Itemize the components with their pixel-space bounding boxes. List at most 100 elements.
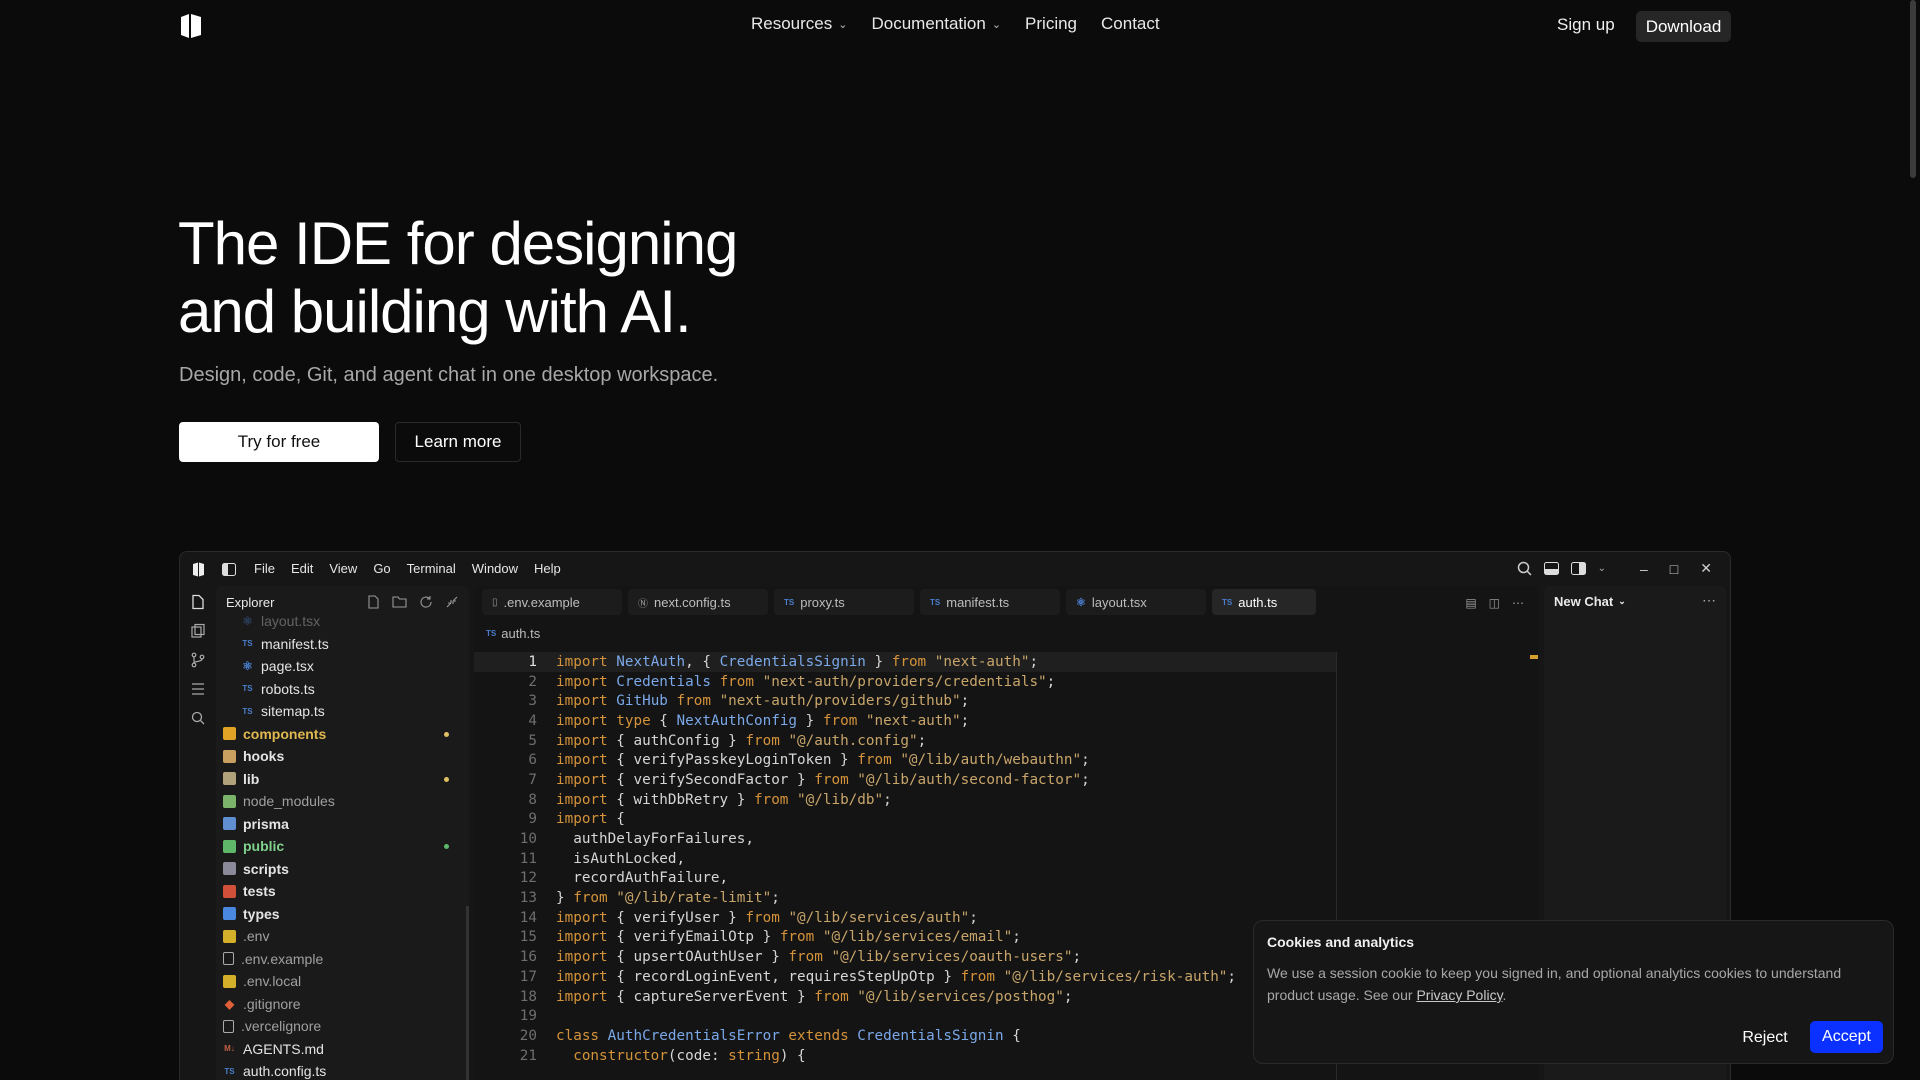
tree-item-label: node_modules bbox=[243, 793, 335, 810]
tree-item-agents-md[interactable]: M↓ AGENTS.md bbox=[216, 1038, 469, 1061]
code-line: 20 class AuthCredentialsError extends Cre… bbox=[474, 1026, 1336, 1046]
react-file-icon: ⚛ bbox=[242, 614, 253, 629]
try-for-free-button[interactable]: Try for free bbox=[179, 422, 379, 462]
tree-item-manifest-ts[interactable]: TS manifest.ts bbox=[216, 633, 469, 656]
tree-item-label: hooks bbox=[243, 748, 285, 765]
menu-go[interactable]: Go bbox=[373, 561, 390, 576]
nav-resources[interactable]: Resources ⌄ bbox=[751, 14, 847, 34]
new-file-icon[interactable] bbox=[367, 595, 380, 609]
chat-title: New Chat bbox=[1554, 594, 1614, 609]
tree-item-gitignore[interactable]: ◆ .gitignore bbox=[216, 993, 469, 1016]
tree-item-env[interactable]: .env bbox=[216, 925, 469, 948]
tree-item-prisma[interactable]: prisma bbox=[216, 813, 469, 836]
split-editor-icon[interactable]: ◫ bbox=[1489, 596, 1500, 610]
breadcrumb-file[interactable]: auth.ts bbox=[501, 626, 540, 641]
menu-help[interactable]: Help bbox=[534, 561, 561, 576]
files-icon[interactable] bbox=[190, 594, 206, 610]
tab-env-example[interactable]: ▯ .env.example bbox=[482, 589, 622, 615]
tree-item-env-example[interactable]: .env.example bbox=[216, 948, 469, 971]
tab-proxy-ts[interactable]: TS proxy.ts bbox=[774, 589, 914, 615]
menu-file[interactable]: File bbox=[254, 561, 275, 576]
tree-item-scripts[interactable]: scripts bbox=[216, 858, 469, 881]
tree-item-layout-tsx[interactable]: ⚛ layout.tsx bbox=[216, 610, 469, 633]
code-line: 4 import type { NextAuthConfig } from "ne… bbox=[474, 711, 1336, 731]
new-chat-dropdown[interactable]: New Chat ⌄ bbox=[1554, 594, 1626, 609]
tree-item-page-tsx[interactable]: ⚛ page.tsx bbox=[216, 655, 469, 678]
code-line: 15 import { verifyEmailOtp } from "@/lib/… bbox=[474, 928, 1336, 948]
code-text: import { bbox=[556, 811, 625, 828]
layout-chevron-down-icon[interactable]: ⌄ bbox=[1598, 563, 1606, 574]
search-icon[interactable] bbox=[1517, 561, 1532, 576]
explorer-scrollbar[interactable] bbox=[466, 906, 469, 1080]
react-file-icon: ⚛ bbox=[1076, 596, 1086, 609]
reject-button[interactable]: Reject bbox=[1730, 1023, 1800, 1053]
tree-item-public[interactable]: public bbox=[216, 835, 469, 858]
accept-button[interactable]: Accept bbox=[1810, 1021, 1883, 1053]
tree-item-types[interactable]: types bbox=[216, 903, 469, 926]
privacy-policy-link[interactable]: Privacy Policy bbox=[1416, 987, 1502, 1003]
page-scrollbar[interactable] bbox=[1910, 0, 1916, 178]
nav-pricing[interactable]: Pricing bbox=[1025, 14, 1077, 34]
outline-list-icon[interactable] bbox=[190, 681, 206, 697]
file-icon: ▯ bbox=[492, 596, 498, 608]
tab-next-config-ts[interactable]: Ⓝnext.config.ts bbox=[628, 589, 768, 615]
code-line: 17 import { recordLoginEvent, requiresSte… bbox=[474, 967, 1336, 987]
collapse-icon[interactable] bbox=[445, 595, 459, 609]
right-panel-icon[interactable] bbox=[1570, 562, 1586, 575]
tree-item-vercelignore[interactable]: .vercelignore bbox=[216, 1015, 469, 1038]
tree-item-node-modules[interactable]: node_modules bbox=[216, 790, 469, 813]
tree-item-sitemap-ts[interactable]: TS sitemap.ts bbox=[216, 700, 469, 723]
copy-icon[interactable] bbox=[190, 623, 206, 639]
top-nav: Resources ⌄ Documentation ⌄ Pricing Contact S… bbox=[0, 0, 1920, 52]
line-number: 21 bbox=[519, 1047, 537, 1064]
code-line: 14 import { verifyUser } from "@/lib/serv… bbox=[474, 908, 1336, 928]
tree-item-auth-config-ts[interactable]: TS auth.config.ts bbox=[216, 1060, 469, 1080]
sign-up-link[interactable]: Sign up bbox=[1557, 15, 1615, 35]
code-line: 6 import { verifyPasskeyLoginToken } from… bbox=[474, 750, 1336, 770]
refresh-icon[interactable] bbox=[419, 595, 433, 609]
tree-item-tests[interactable]: tests bbox=[216, 880, 469, 903]
code-line: 2 import Credentials from "next-auth/prov… bbox=[474, 672, 1336, 692]
menu-window[interactable]: Window bbox=[472, 561, 518, 576]
more-icon[interactable]: ⋯ bbox=[1512, 596, 1524, 610]
search-icon[interactable] bbox=[190, 710, 206, 726]
toggle-sidebar-icon[interactable] bbox=[222, 563, 236, 576]
code-text: import NextAuth, { CredentialsSignin } f… bbox=[556, 653, 1039, 670]
download-button[interactable]: Download bbox=[1636, 11, 1731, 42]
menu-edit[interactable]: Edit bbox=[291, 561, 313, 576]
ts-file-icon: TS bbox=[930, 597, 941, 607]
cookie-text-body: We use a session cookie to keep you sign… bbox=[1267, 965, 1842, 1003]
tree-item-lib[interactable]: lib bbox=[216, 768, 469, 791]
tab-layout-tsx[interactable]: ⚛ layout.tsx bbox=[1066, 589, 1206, 615]
bottom-panel-icon[interactable] bbox=[1543, 562, 1559, 575]
code-line: 19 bbox=[474, 1006, 1336, 1026]
learn-more-button[interactable]: Learn more bbox=[395, 422, 521, 462]
nav-contact[interactable]: Contact bbox=[1101, 14, 1160, 34]
tree-item-robots-ts[interactable]: TS robots.ts bbox=[216, 678, 469, 701]
menu-view[interactable]: View bbox=[329, 561, 357, 576]
tree-item-hooks[interactable]: hooks bbox=[216, 745, 469, 768]
maximize-icon[interactable]: □ bbox=[1670, 561, 1678, 577]
tree-item-label: public bbox=[243, 838, 285, 855]
tab-manifest-ts[interactable]: TS manifest.ts bbox=[920, 589, 1060, 615]
tree-item-components[interactable]: components bbox=[216, 723, 469, 746]
open-preview-icon[interactable]: ▤ bbox=[1465, 596, 1476, 610]
code-text: import { captureServerEvent } from "@/li… bbox=[556, 988, 1073, 1005]
menu-terminal[interactable]: Terminal bbox=[407, 561, 456, 576]
react-file-icon: ⚛ bbox=[242, 659, 253, 674]
tab-auth-ts[interactable]: TS auth.ts bbox=[1212, 589, 1316, 615]
tree-item-label: .env.example bbox=[241, 950, 324, 967]
source-control-icon[interactable] bbox=[190, 652, 206, 668]
chat-more-icon[interactable]: ⋯ bbox=[1702, 592, 1716, 609]
close-icon[interactable]: ✕ bbox=[1700, 560, 1712, 577]
code-text: import { verifyEmailOtp } from "@/lib/se… bbox=[556, 929, 1021, 946]
code-area[interactable]: 1 import NextAuth, { CredentialsSignin } … bbox=[474, 652, 1336, 1065]
chevron-down-icon: ⌄ bbox=[838, 18, 848, 31]
tree-item-env-local[interactable]: .env.local bbox=[216, 970, 469, 993]
tree-item-label: auth.config.ts bbox=[243, 1063, 327, 1080]
nav-documentation[interactable]: Documentation ⌄ bbox=[871, 14, 1001, 34]
minimize-icon[interactable]: – bbox=[1640, 561, 1648, 577]
tree-item-label: sitemap.ts bbox=[261, 703, 325, 720]
brand-logo[interactable] bbox=[179, 13, 203, 39]
new-folder-icon[interactable] bbox=[392, 595, 407, 608]
